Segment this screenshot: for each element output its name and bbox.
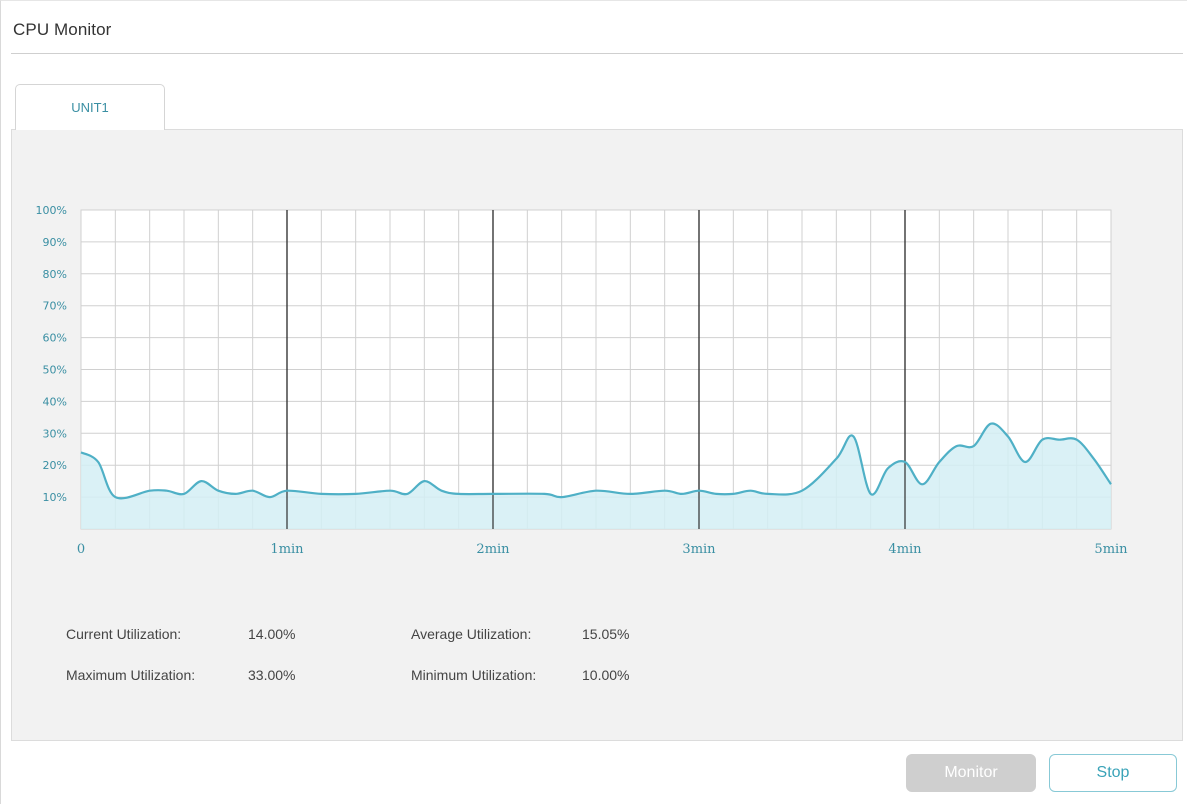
maximum-utilization-label: Maximum Utilization: (66, 667, 196, 683)
x-axis-labels: 0 1min 2min 3min 4min 5min (77, 542, 1128, 557)
x-tick-label: 3min (682, 542, 716, 557)
minimum-utilization-value: 10.00% (582, 667, 630, 683)
y-tick-label: 70% (43, 300, 67, 313)
y-tick-label: 60% (43, 332, 67, 345)
current-utilization-label: Current Utilization: (66, 626, 182, 642)
maximum-utilization-value: 33.00% (248, 667, 296, 683)
minimum-utilization-label: Minimum Utilization: (411, 667, 537, 683)
y-axis-labels: 10% 20% 30% 40% 50% 60% 70% 80% 90% 100% (36, 204, 67, 504)
y-tick-label: 40% (43, 395, 67, 408)
y-tick-label: 10% (43, 491, 67, 504)
y-tick-label: 90% (43, 236, 67, 249)
current-utilization-value: 14.00% (248, 626, 296, 642)
cpu-utilization-chart: 10% 20% 30% 40% 50% 60% 70% 80% 90% 100% 0 1min 2mi… (36, 204, 1129, 557)
y-tick-label: 20% (43, 459, 67, 472)
y-tick-label: 100% (36, 204, 67, 217)
average-utilization-value: 15.05% (582, 626, 630, 642)
monitor-button[interactable]: Monitor (906, 754, 1036, 792)
average-utilization-label: Average Utilization: (411, 626, 532, 642)
y-tick-label: 30% (43, 427, 67, 440)
x-tick-label: 4min (888, 542, 922, 557)
x-tick-label: 5min (1094, 542, 1128, 557)
tab-unit1[interactable]: UNIT1 (15, 84, 165, 130)
x-tick-label: 1min (270, 542, 304, 557)
stop-button[interactable]: Stop (1049, 754, 1177, 792)
y-tick-label: 50% (43, 364, 67, 377)
cpu-monitor-page: CPU Monitor UNIT1 10% 20% 30% 40% 50% 60% 70% 8… (0, 0, 1187, 804)
x-tick-label: 0 (77, 542, 85, 557)
y-tick-label: 80% (43, 268, 67, 281)
x-tick-label: 2min (476, 542, 510, 557)
